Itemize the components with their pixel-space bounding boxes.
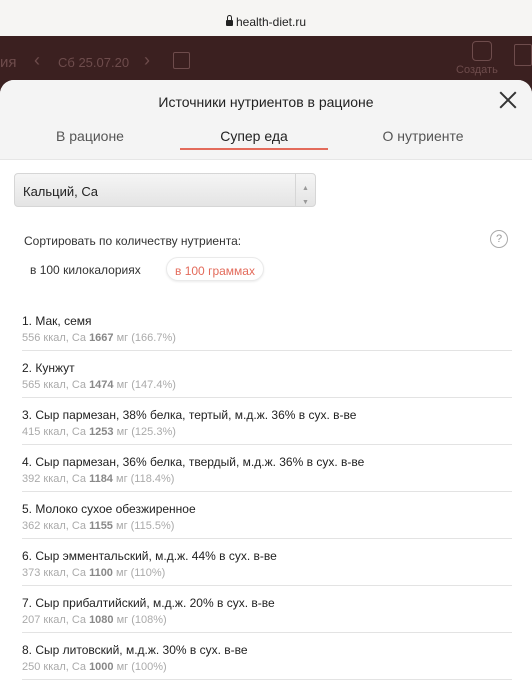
create-label: Создать [456,64,498,76]
create-icon[interactable] [472,41,492,61]
tab-super-food[interactable]: Супер еда [180,128,328,144]
food-name: 4. Сыр пармезан, 36% белка, твердый, м.д… [22,455,365,469]
tab-in-diet[interactable]: В рационе [40,128,140,144]
food-details: 373 ккал, Ca 1100 мг (110%) [22,567,166,579]
browser-address-bar[interactable]: health-diet.ru [0,0,532,36]
next-day-button[interactable]: › [144,50,150,71]
dropdown-arrow-icon: ▲ ▼ [295,174,315,206]
tab-about-nutrient[interactable]: О нутриенте [360,128,486,144]
food-name: 1. Мак, семя [22,314,92,328]
list-item[interactable]: 7. Сыр прибалтийский, м.д.ж. 20% в сух. … [22,586,512,633]
modal-title: Источники нутриентов в рационе [158,94,374,110]
trash-icon[interactable] [514,44,532,66]
prev-day-button[interactable]: ‹ [34,50,40,71]
food-name: 3. Сыр пармезан, 38% белка, тертый, м.д.… [22,408,357,422]
url-label: health-diet.ru [235,15,307,29]
food-name: 8. Сыр литовский, м.д.ж. 30% в сух. в-ве [22,643,248,657]
list-item[interactable]: 8. Сыр литовский, м.д.ж. 30% в сух. в-ве… [22,633,512,680]
nutrient-select-value: Кальций, Ca [23,184,98,199]
url-text: health-diet.ru [0,15,532,29]
sort-per-100-kcal[interactable]: в 100 килокалориях [30,263,141,277]
list-item[interactable]: 1. Мак, семя 556 ккал, Ca 1667 мг (166.7… [22,304,512,351]
calendar-icon[interactable] [173,52,190,69]
nutrient-sources-modal: Источники нутриентов в рационе В рационе… [0,80,532,680]
food-details: 556 ккал, Ca 1667 мг (166.7%) [22,332,176,344]
help-icon[interactable]: ? [490,230,508,248]
food-details: 362 ккал, Ca 1155 мг (115.5%) [22,520,175,532]
active-tab-indicator [180,148,328,150]
app-title-fragment: ия [0,54,17,71]
sort-per-100-grams[interactable]: в 100 граммах [166,257,264,281]
food-details: 250 ккал, Ca 1000 мг (100%) [22,661,167,673]
nutrient-select[interactable]: Кальций, Ca ▲ ▼ [14,173,316,207]
food-details: 565 ккал, Ca 1474 мг (147.4%) [22,379,176,391]
food-name: 6. Сыр эмментальский, м.д.ж. 44% в сух. … [22,549,277,563]
food-details: 392 ккал, Ca 1184 мг (118.4%) [22,473,175,485]
list-item[interactable]: 4. Сыр пармезан, 36% белка, твердый, м.д… [22,445,512,492]
list-item[interactable]: 5. Молоко сухое обезжиренное 362 ккал, C… [22,492,512,539]
food-list: 1. Мак, семя 556 ккал, Ca 1667 мг (166.7… [0,304,532,680]
app-header-dimmed: ия ‹ Сб 25.07.20 › Создать [0,36,532,80]
close-icon[interactable] [498,90,518,110]
modal-header: Источники нутриентов в рационе В рационе… [0,80,532,160]
date-label: Сб 25.07.20 [58,55,130,70]
food-name: 7. Сыр прибалтийский, м.д.ж. 20% в сух. … [22,596,275,610]
sort-label: Сортировать по количеству нутриента: [24,234,242,248]
food-details: 207 ккал, Ca 1080 мг (108%) [22,614,167,626]
list-item[interactable]: 2. Кунжут 565 ккал, Ca 1474 мг (147.4%) [22,351,512,398]
lock-icon [225,15,233,26]
food-details: 415 ккал, Ca 1253 мг (125.3%) [22,426,176,438]
list-item[interactable]: 3. Сыр пармезан, 38% белка, тертый, м.д.… [22,398,512,445]
food-name: 2. Кунжут [22,361,75,375]
list-item[interactable]: 6. Сыр эмментальский, м.д.ж. 44% в сух. … [22,539,512,586]
food-name: 5. Молоко сухое обезжиренное [22,502,196,516]
